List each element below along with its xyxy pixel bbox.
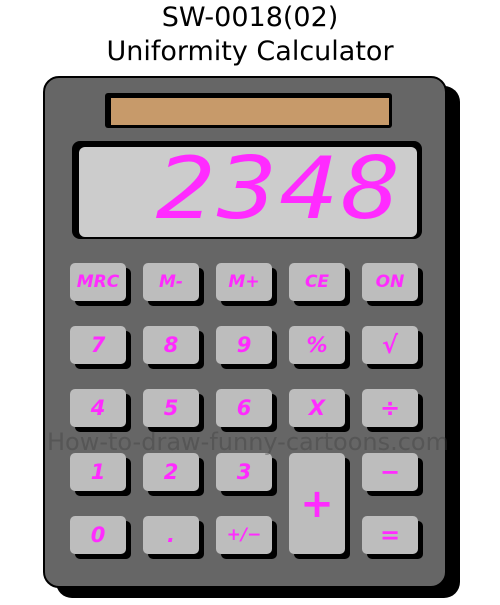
equals-key[interactable]: = [362, 516, 418, 554]
digit-7-key[interactable]: 7 [70, 326, 126, 364]
memory-minus-key[interactable]: M- [143, 263, 199, 301]
digit-4-key[interactable]: 4 [70, 389, 126, 427]
digit-3-key[interactable]: 3 [216, 453, 272, 491]
mrc-key[interactable]: MRC [70, 263, 126, 301]
on-key[interactable]: ON [362, 263, 418, 301]
digit-0-key[interactable]: 0 [70, 516, 126, 554]
title-line-1: SW-0018(02) [161, 2, 339, 33]
display-screen: 2348 [79, 147, 417, 237]
minus-key[interactable]: − [362, 453, 418, 491]
title-line-2: Uniformity Calculator [106, 36, 394, 67]
digit-1-key[interactable]: 1 [70, 453, 126, 491]
multiply-key[interactable]: X [289, 389, 345, 427]
digit-5-key[interactable]: 5 [143, 389, 199, 427]
plus-key[interactable]: + [289, 453, 345, 554]
percent-key[interactable]: % [289, 326, 345, 364]
clear-entry-key[interactable]: CE [289, 263, 345, 301]
decimal-point-key[interactable]: . [143, 516, 199, 554]
divide-key[interactable]: ÷ [362, 389, 418, 427]
digit-9-key[interactable]: 9 [216, 326, 272, 364]
watermark-text: How-to-draw-funny-cartoons.com [47, 428, 449, 456]
solar-panel [111, 98, 389, 125]
digit-8-key[interactable]: 8 [143, 326, 199, 364]
memory-plus-key[interactable]: M+ [216, 263, 272, 301]
square-root-key[interactable]: √ [362, 326, 418, 364]
digit-2-key[interactable]: 2 [143, 453, 199, 491]
plus-minus-key[interactable]: +/− [216, 516, 272, 554]
digit-6-key[interactable]: 6 [216, 389, 272, 427]
display-value: 2348 [155, 147, 403, 237]
